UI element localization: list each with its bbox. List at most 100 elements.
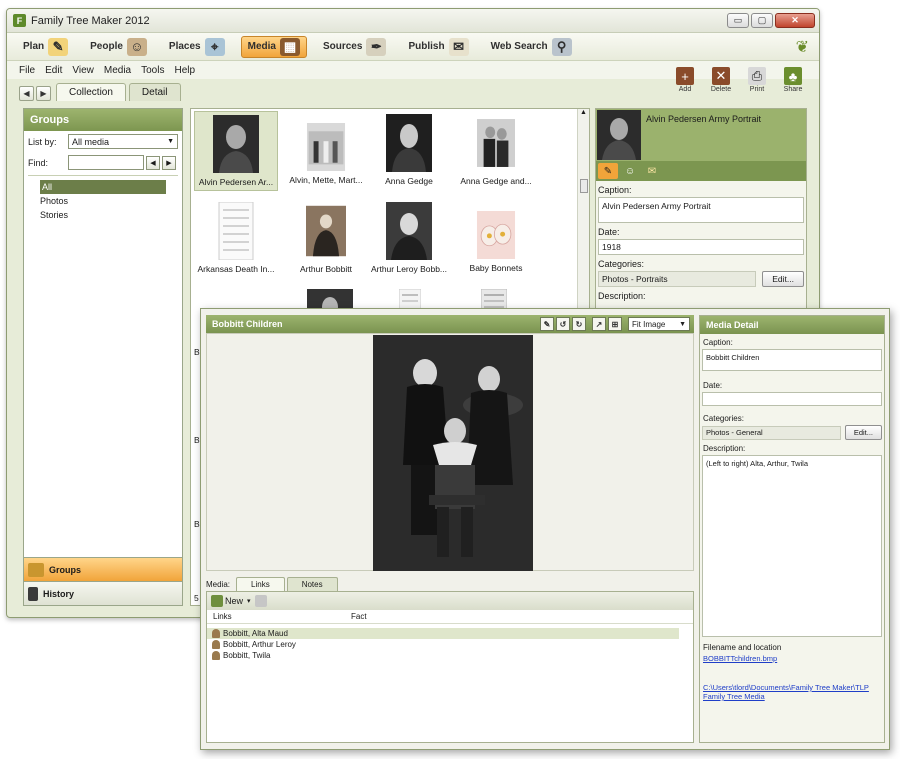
groups-button[interactable]: Groups xyxy=(24,557,182,581)
notes-tab-icon[interactable]: ✉ xyxy=(642,163,662,179)
caption-label: Caption: xyxy=(703,338,733,347)
media-item[interactable]: Arkansas Death In... xyxy=(194,199,278,279)
chevron-down-icon: ▼ xyxy=(167,138,174,145)
person-icon xyxy=(212,640,220,649)
group-photo-thumbnail xyxy=(306,123,346,171)
media-item[interactable]: Arthur Bobbitt xyxy=(284,199,368,279)
media-item[interactable]: Anna Gedge and... xyxy=(454,111,538,191)
nav-places-label: Places xyxy=(168,41,201,52)
categories-label: Categories: xyxy=(703,414,744,423)
rotate-right-icon[interactable]: ↻ xyxy=(572,317,586,331)
find-input[interactable] xyxy=(68,155,144,170)
share-icon: ♣ xyxy=(784,67,802,85)
share-button[interactable]: ♣ Share xyxy=(781,67,805,93)
menu-edit[interactable]: Edit xyxy=(45,65,62,76)
description-field[interactable]: (Left to right) Alta, Arthur, Twila xyxy=(702,455,882,637)
open-external-icon[interactable]: ↗ xyxy=(592,317,606,331)
nav-media[interactable]: Media ▦ xyxy=(240,35,307,58)
media-detail-header: Media Detail xyxy=(700,316,884,334)
link-row[interactable]: Bobbitt, Alta Maud xyxy=(207,628,679,639)
fact-column-header[interactable]: Fact xyxy=(351,612,367,621)
nav-media-label: Media xyxy=(247,41,276,52)
nav-sources[interactable]: Sources ✒ xyxy=(317,36,392,58)
media-icon: ▦ xyxy=(279,37,300,56)
list-by-label: List by: xyxy=(28,136,57,147)
link-row[interactable]: Bobbitt, Twila xyxy=(207,650,693,661)
group-list: All Photos Stories xyxy=(28,175,178,222)
edit-details-tab-icon[interactable]: ✎ xyxy=(598,163,618,179)
detail-title: Alvin Pedersen Army Portrait xyxy=(646,114,762,124)
edit-image-icon[interactable]: ✎ xyxy=(540,317,554,331)
bobbitt-children-photo xyxy=(373,335,533,571)
file-path-link[interactable]: C:\Users\tlord\Documents\Family Tree Mak… xyxy=(700,683,884,692)
file-path-link-cont[interactable]: Family Tree Media xyxy=(700,692,884,701)
nav-plan[interactable]: Plan ✎ xyxy=(17,36,74,58)
nav-publish-label: Publish xyxy=(408,41,445,52)
delete-button[interactable]: ✕ Delete xyxy=(709,67,733,93)
list-by-select[interactable]: All media ▼ xyxy=(68,134,178,149)
media-caption: Arthur Bobbitt xyxy=(300,264,352,274)
new-link-button[interactable]: New xyxy=(225,596,243,606)
date-field[interactable]: 1918 xyxy=(598,239,804,255)
media-caption: Anna Gedge and... xyxy=(460,176,532,186)
media-item[interactable]: Anna Gedge xyxy=(367,111,451,191)
group-item-all[interactable]: All xyxy=(40,180,166,194)
scroll-thumb[interactable] xyxy=(580,179,588,193)
edit-categories-button[interactable]: Edit... xyxy=(762,271,804,287)
minimize-button[interactable]: ▭ xyxy=(727,13,749,28)
view-tabs: ◀ ▶ Collection Detail xyxy=(19,83,181,101)
main-nav: Plan ✎ People ☺ Places ⌖ Media ▦ Sources… xyxy=(7,33,819,61)
back-button[interactable]: ◀ xyxy=(19,86,34,101)
add-button[interactable]: + Add xyxy=(673,67,697,93)
tab-detail[interactable]: Detail xyxy=(128,83,181,101)
media-item[interactable]: Alvin Pedersen Ar... xyxy=(194,111,278,191)
nav-web-search[interactable]: Web Search ⚲ xyxy=(485,36,578,58)
media-item[interactable]: Arthur Leroy Bobb... xyxy=(367,199,451,279)
tab-collection[interactable]: Collection xyxy=(56,83,126,101)
forward-button[interactable]: ▶ xyxy=(36,86,51,101)
menu-tools[interactable]: Tools xyxy=(141,65,164,76)
actual-size-icon[interactable]: ⊞ xyxy=(608,317,622,331)
filename-link[interactable]: BOBBITTchildren.bmp xyxy=(700,654,884,663)
find-next-button[interactable]: ▶ xyxy=(162,155,176,170)
edit-categories-button[interactable]: Edit... xyxy=(844,425,882,440)
caption-field[interactable]: Alvin Pedersen Army Portrait xyxy=(598,197,804,223)
title-bar: F Family Tree Maker 2012 ▭ ▢ ✕ xyxy=(7,9,819,33)
history-button-label: History xyxy=(43,588,75,599)
description-label: Description: xyxy=(598,291,646,301)
media-item[interactable]: Alvin, Mette, Mart... xyxy=(284,111,368,191)
viewer-title: Bobbitt Children xyxy=(212,319,283,329)
menu-help[interactable]: Help xyxy=(174,65,195,76)
delete-label: Delete xyxy=(710,86,732,93)
menu-media[interactable]: Media xyxy=(104,65,131,76)
group-item-photos[interactable]: Photos xyxy=(28,194,178,208)
portrait-thumbnail xyxy=(477,119,515,167)
date-field[interactable] xyxy=(702,392,882,406)
filename-location-label: Filename and location xyxy=(703,643,782,652)
close-button[interactable]: ✕ xyxy=(775,13,815,28)
chevron-down-icon[interactable]: ▾ xyxy=(247,597,251,605)
link-row[interactable]: Bobbitt, Arthur Leroy xyxy=(207,639,693,650)
tab-notes[interactable]: Notes xyxy=(286,577,338,591)
media-item[interactable]: Baby Bonnets xyxy=(454,199,538,279)
menu-view[interactable]: View xyxy=(72,65,94,76)
links-column-header[interactable]: Links xyxy=(213,612,351,621)
rotate-left-icon[interactable]: ↺ xyxy=(556,317,570,331)
zoom-select[interactable]: Fit Image ▼ xyxy=(628,317,690,331)
nav-publish[interactable]: Publish ✉ xyxy=(402,36,474,58)
scroll-up-icon[interactable]: ▲ xyxy=(578,109,589,121)
nav-people[interactable]: People ☺ xyxy=(84,36,153,58)
caption-field[interactable]: Bobbitt Children xyxy=(702,349,882,371)
tab-links[interactable]: Links xyxy=(236,577,285,591)
group-item-stories[interactable]: Stories xyxy=(28,208,178,222)
unlink-icon[interactable] xyxy=(254,595,267,607)
groups-button-label: Groups xyxy=(49,564,82,575)
print-button[interactable]: ⎙ Print xyxy=(745,67,769,93)
link-name: Bobbitt, Twila xyxy=(223,651,271,660)
maximize-button[interactable]: ▢ xyxy=(751,13,773,28)
nav-places[interactable]: Places ⌖ xyxy=(163,36,231,58)
people-tab-icon[interactable]: ☺ xyxy=(620,163,640,179)
history-button[interactable]: History xyxy=(24,581,182,605)
menu-file[interactable]: File xyxy=(19,65,35,76)
find-previous-button[interactable]: ◀ xyxy=(146,155,160,170)
